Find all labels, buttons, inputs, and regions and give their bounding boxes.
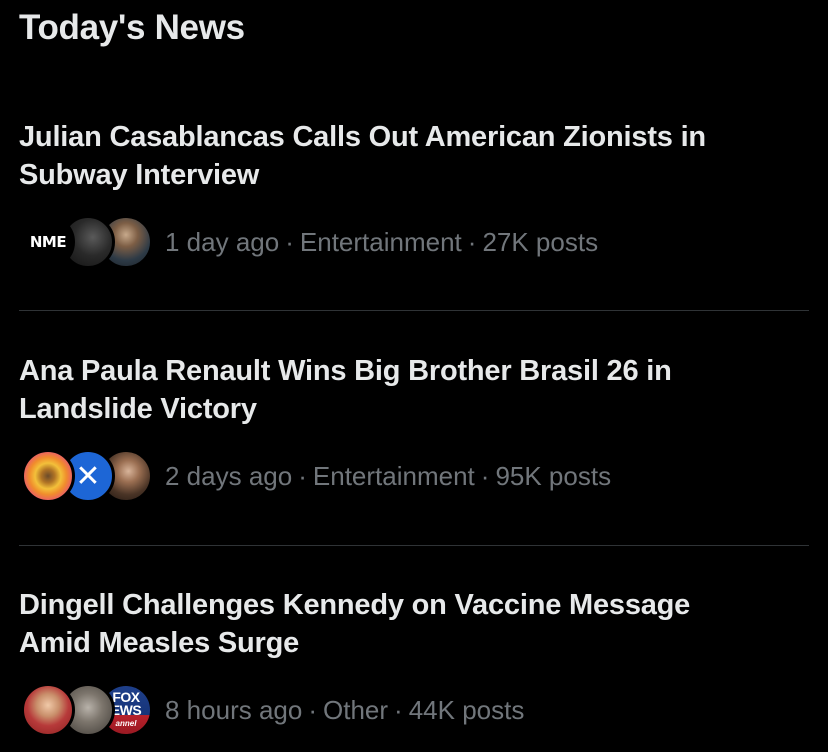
- meta-separator: ·: [394, 694, 403, 725]
- news-meta-row: FOX EWS annel 8 hours ago · Other · 44K post…: [19, 679, 809, 741]
- avatar-stack: NME: [19, 212, 153, 272]
- fox-logo-text: EWS: [110, 701, 142, 718]
- news-post-count: 44K posts: [408, 694, 525, 725]
- news-item[interactable]: Dingell Challenges Kennedy on Vaccine Me…: [0, 586, 828, 741]
- news-post-count: 95K posts: [495, 460, 612, 491]
- news-meta-row: ✕ 2 days ago · Entertainment · 95K posts: [19, 445, 809, 507]
- news-meta: 8 hours ago · Other · 44K posts: [165, 695, 524, 726]
- nme-logo-avatar: NME: [21, 215, 75, 269]
- eye-logo-avatar: [21, 449, 75, 503]
- meta-separator: ·: [298, 460, 307, 491]
- headline-line: Subway Interview: [19, 159, 260, 191]
- news-category: Other: [323, 694, 389, 725]
- avatar-stack: FOX EWS annel: [19, 680, 153, 740]
- divider: [19, 310, 809, 311]
- news-category: Entertainment: [312, 460, 475, 491]
- news-category: Entertainment: [299, 226, 462, 257]
- news-headline: Dingell Challenges Kennedy on Vaccine Me…: [19, 586, 809, 662]
- headline-line: Julian Casablancas Calls Out American Zi…: [19, 121, 706, 153]
- meta-separator: ·: [308, 694, 317, 725]
- news-item[interactable]: Julian Casablancas Calls Out American Zi…: [0, 118, 828, 273]
- headline-line: Dingell Challenges Kennedy on Vaccine Me…: [19, 589, 691, 621]
- news-headline: Ana Paula Renault Wins Big Brother Brasi…: [19, 352, 809, 428]
- news-meta-row: NME 1 day ago · Entertainment · 27K posts: [19, 211, 809, 273]
- news-headline: Julian Casablancas Calls Out American Zi…: [19, 118, 809, 194]
- headline-line: Ana Paula Renault Wins Big Brother Brasi…: [19, 355, 672, 387]
- meta-separator: ·: [285, 226, 294, 257]
- news-meta: 2 days ago · Entertainment · 95K posts: [165, 461, 611, 492]
- divider: [19, 545, 809, 546]
- page-title: Today's News: [19, 8, 245, 47]
- fox-logo-text: annel: [115, 718, 137, 728]
- news-time: 8 hours ago: [165, 694, 303, 725]
- headline-line: Landslide Victory: [19, 393, 257, 425]
- meta-separator: ·: [467, 226, 477, 257]
- avatar-stack: ✕: [19, 446, 153, 506]
- headline-line: Amid Measles Surge: [19, 627, 300, 659]
- meta-separator: ·: [480, 460, 490, 491]
- news-time: 1 day ago: [165, 226, 280, 257]
- news-meta: 1 day ago · Entertainment · 27K posts: [165, 227, 598, 258]
- news-item[interactable]: Ana Paula Renault Wins Big Brother Brasi…: [0, 352, 828, 507]
- man-portrait-avatar: [21, 683, 75, 737]
- news-time: 2 days ago: [165, 460, 293, 491]
- news-post-count: 27K posts: [482, 226, 599, 257]
